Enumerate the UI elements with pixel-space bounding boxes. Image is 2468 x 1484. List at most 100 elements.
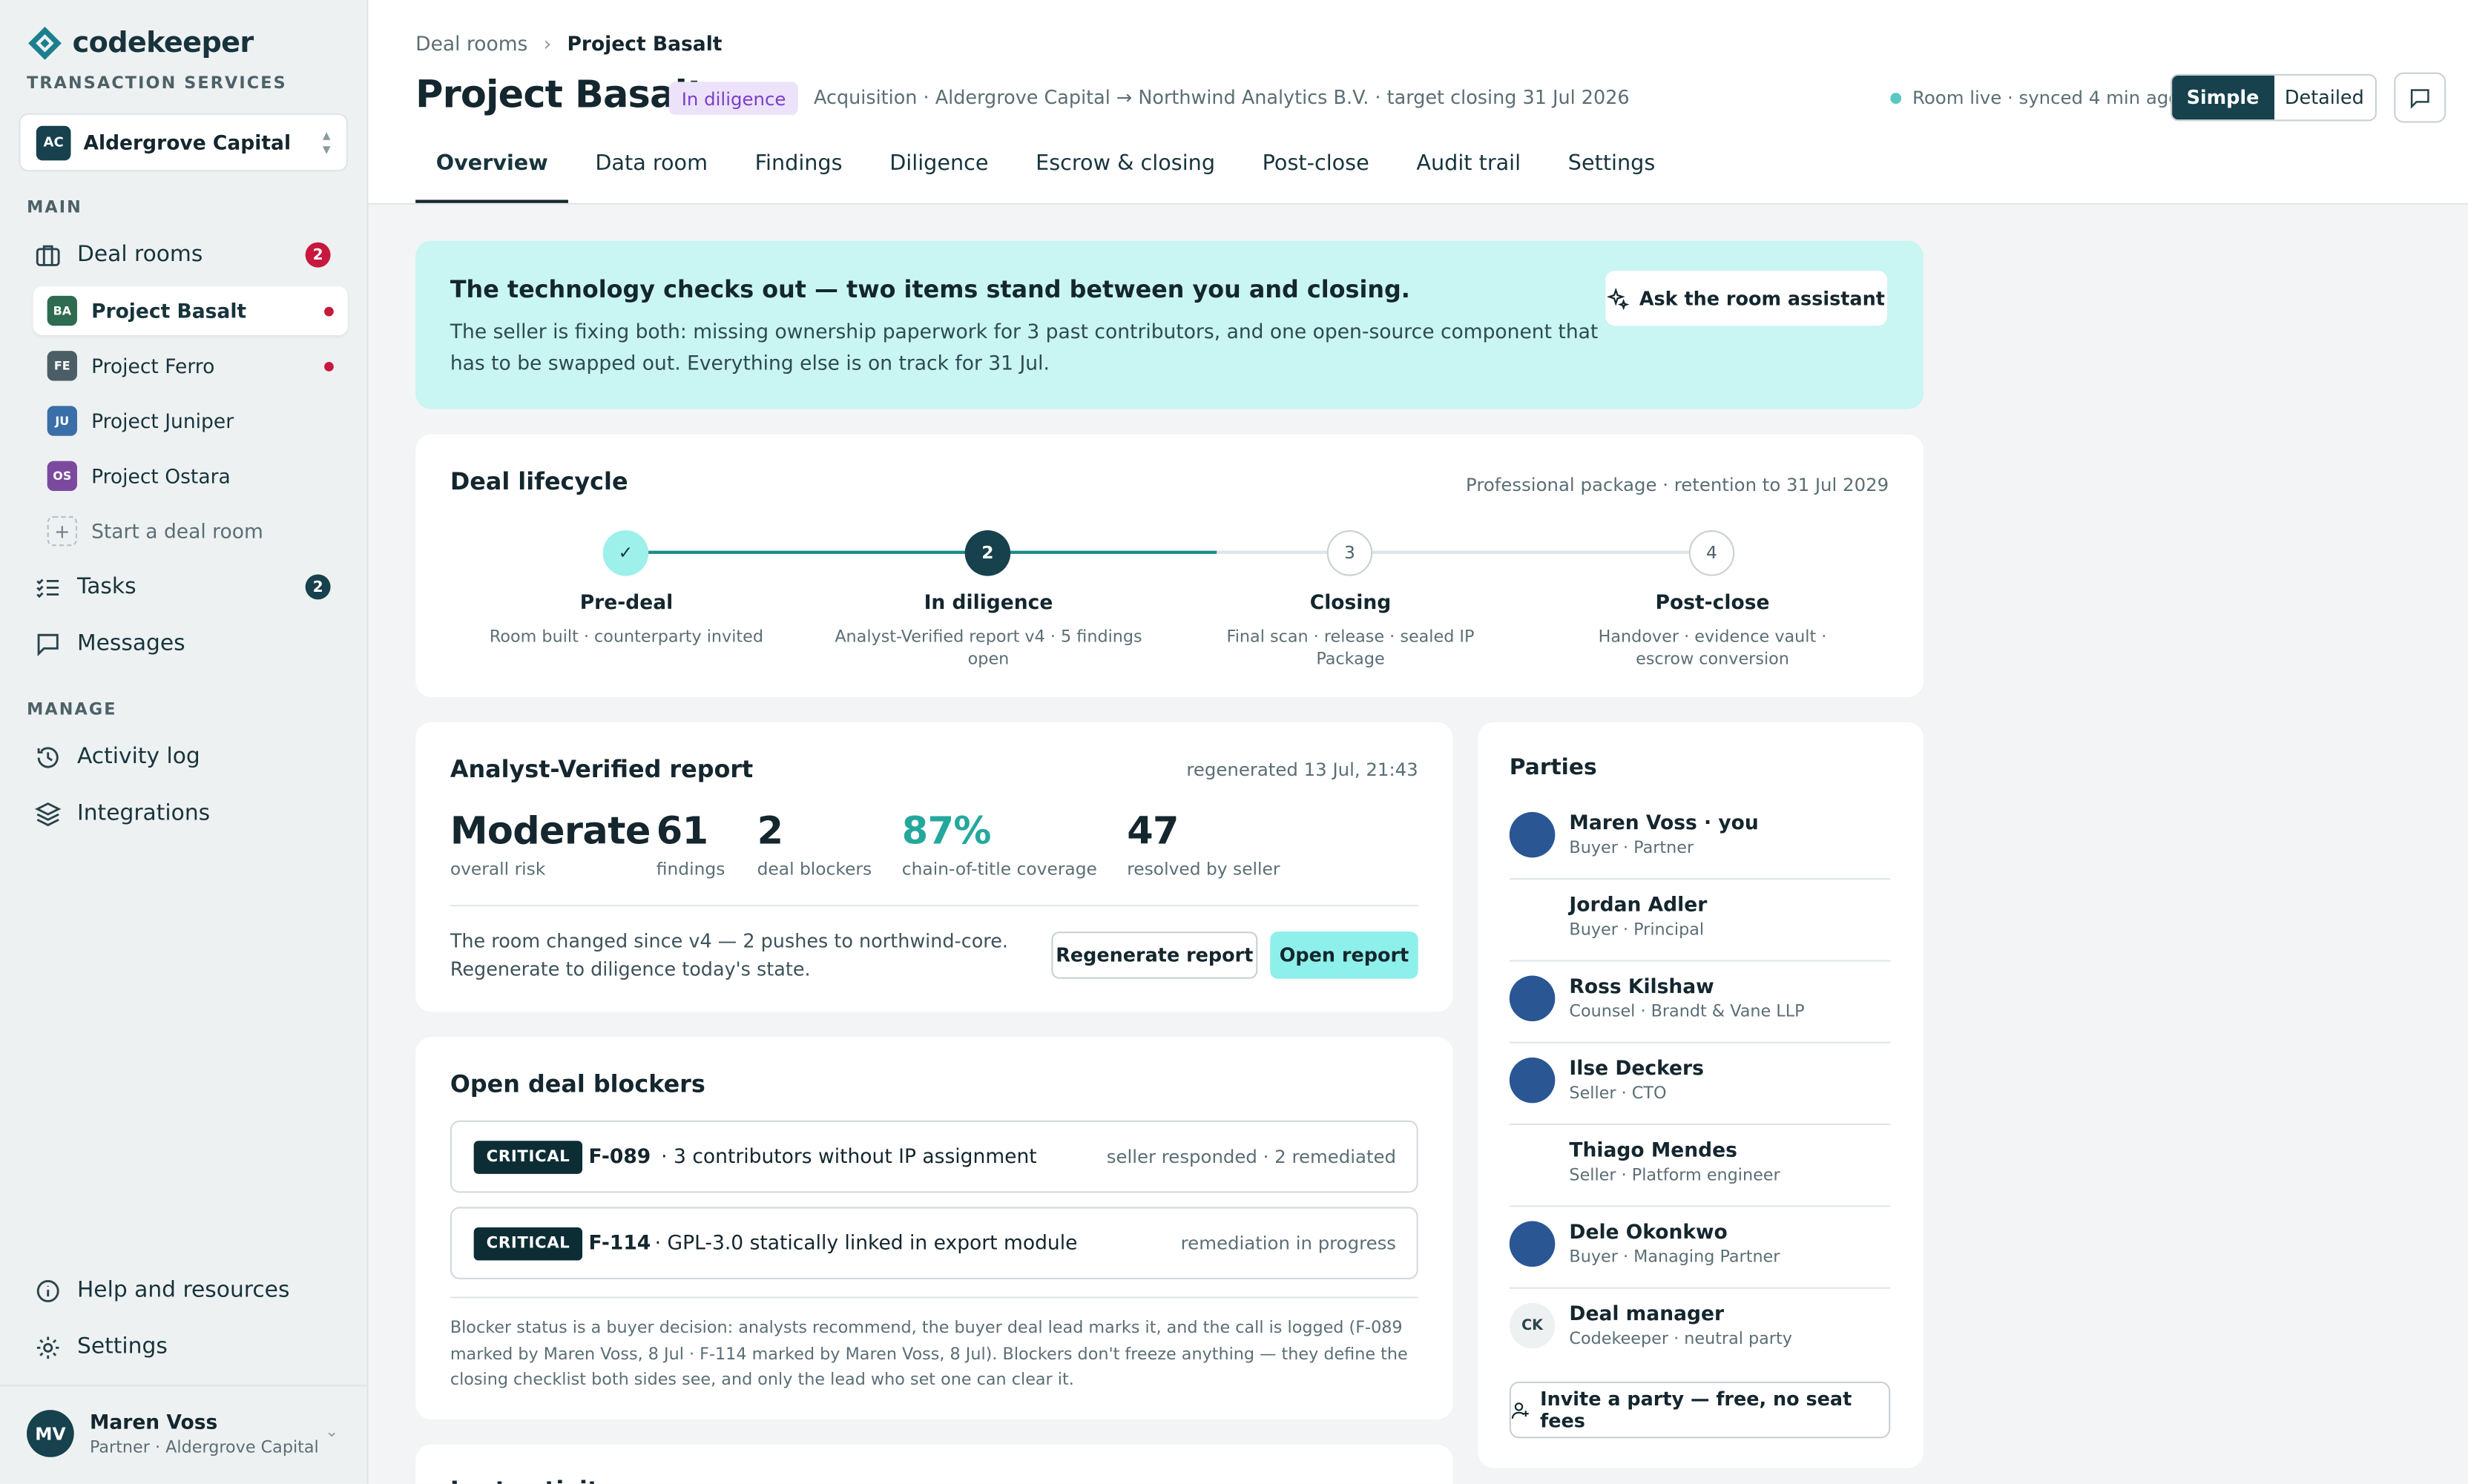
lifecycle-note: Professional package · retention to 31 J… — [1466, 473, 1889, 496]
history-icon — [37, 746, 59, 768]
sidebar-item-integrations[interactable]: Integrations — [19, 790, 349, 837]
lifecycle-step-marker: 2 — [964, 530, 1011, 576]
deal-rooms-badge: 2 — [305, 242, 331, 268]
tab-settings[interactable]: Settings — [1547, 151, 1676, 203]
party-role: Codekeeper · neutral party — [1569, 1329, 1792, 1349]
party-name: Thiago Mendes — [1569, 1138, 1737, 1161]
lifecycle-step-marker: 3 — [1326, 530, 1373, 576]
party-row[interactable]: Ross Kilshaw Counsel · Brandt & Vane LLP — [1509, 961, 1891, 1043]
org-avatar: AC — [36, 125, 71, 160]
invite-party-button[interactable]: Invite a party — free, no seat fees — [1509, 1381, 1891, 1439]
tab-escrow-closing[interactable]: Escrow & closing — [1016, 151, 1236, 203]
blockers-title: Open deal blockers — [450, 1069, 705, 1099]
party-name: Dele Okonkwo — [1569, 1219, 1728, 1244]
codekeeper-logo-icon — [28, 26, 62, 60]
sidebar-room-project-juniper[interactable]: JU Project Juniper — [33, 397, 348, 446]
breadcrumb-separator: › — [543, 31, 552, 56]
divider — [450, 905, 1418, 907]
party-row[interactable]: Maren Voss · you Buyer · Partner — [1509, 798, 1891, 880]
tab-diligence[interactable]: Diligence — [869, 151, 1009, 203]
party-row[interactable]: Ilse Deckers Seller · CTO — [1509, 1043, 1891, 1126]
org-switcher[interactable]: AC Aldergrove Capital ▴ ▾ — [19, 113, 348, 172]
regenerate-report-button[interactable]: Regenerate report — [1051, 931, 1258, 979]
sidebar-item-label: Activity log — [76, 744, 200, 770]
lifecycle-card: Deal lifecycle Professional package · re… — [415, 434, 1924, 697]
main-content: Deal rooms › Project Basalt Project Basa… — [368, 0, 2468, 1484]
sidebar-room-project-basalt[interactable]: BA Project Basalt — [33, 286, 348, 335]
tab-data-room[interactable]: Data room — [575, 151, 728, 203]
sidebar-item-tasks[interactable]: Tasks 2 — [19, 564, 349, 611]
divider — [450, 1296, 1418, 1299]
lifecycle-step-name: Pre-deal — [579, 590, 674, 614]
sparkle-icon — [1608, 287, 1630, 309]
view-detailed-button[interactable]: Detailed — [2274, 76, 2375, 119]
sidebar-item-messages[interactable]: Messages — [19, 620, 349, 667]
start-deal-room-button[interactable]: + Start a deal room — [33, 507, 348, 555]
tab-overview[interactable]: Overview — [415, 151, 569, 203]
report-change-message: The room changed since v4 — 2 pushes to … — [450, 929, 1008, 980]
lifecycle-title: Deal lifecycle — [450, 467, 628, 496]
stat-label: deal blockers — [757, 859, 872, 880]
org-name: Aldergrove Capital — [83, 131, 292, 154]
user-name: Maren Voss — [89, 1410, 218, 1434]
report-card: Analyst-Verified report regenerated 13 J… — [415, 722, 1453, 1012]
sidebar-item-help[interactable]: Help and resources — [19, 1267, 349, 1314]
tab-post-close[interactable]: Post-close — [1242, 151, 1389, 203]
sync-status: Room live · synced 4 min ago — [1890, 87, 2179, 108]
avatar — [1509, 811, 1556, 858]
brand-name: codekeeper — [72, 27, 254, 60]
party-row[interactable]: Dele Okonkwo Buyer · Managing Partner — [1509, 1207, 1891, 1289]
brand-logo[interactable]: codekeeper — [27, 25, 254, 62]
invite-party-label: Invite a party — free, no seat fees — [1540, 1388, 1852, 1432]
party-row[interactable]: CK Deal manager Codekeeper · neutral party — [1509, 1289, 1890, 1371]
breadcrumb-link-deal-rooms[interactable]: Deal rooms — [415, 31, 527, 55]
sidebar-room-project-ostara[interactable]: OS Project Ostara — [33, 452, 348, 501]
user-menu[interactable]: MV Maren Voss Partner · Aldergrove Capit… — [0, 1385, 367, 1484]
chat-button[interactable] — [2394, 72, 2446, 123]
room-avatar: BA — [47, 295, 77, 326]
chevron-down-icon: ⌄ — [325, 1424, 339, 1442]
parties-card: Parties Maren Voss · you Buyer · Partner J… — [1478, 722, 1924, 1468]
deal-meta: Acquisition · Aldergrove Capital → North… — [813, 86, 1630, 109]
lifecycle-step-desc: Final scan · release · sealed IP Package — [1226, 627, 1475, 669]
view-simple-button[interactable]: Simple — [2172, 75, 2274, 120]
party-name: Ross Kilshaw — [1569, 974, 1714, 998]
open-report-button[interactable]: Open report — [1270, 931, 1418, 979]
sidebar-item-settings[interactable]: Settings — [19, 1323, 349, 1371]
lifecycle-step-desc: Room built · counterparty invited — [489, 627, 764, 647]
party-name: Deal manager — [1569, 1301, 1725, 1325]
party-row[interactable]: Jordan Adler Buyer · Principal — [1509, 880, 1891, 962]
room-label: Project Juniper — [91, 409, 234, 433]
tab-audit-trail[interactable]: Audit trail — [1396, 151, 1541, 203]
blocker-id: F-114 — [588, 1230, 651, 1255]
gear-icon — [36, 1336, 59, 1359]
party-row[interactable]: Thiago Mendes Seller · Platform engineer — [1509, 1125, 1891, 1207]
page-header: Deal rooms › Project Basalt Project Basa… — [368, 0, 2468, 205]
blocker-row[interactable]: CRITICAL F-089 · 3 contributors without IP… — [450, 1120, 1418, 1193]
ask-assistant-button[interactable]: Ask the room assistant — [1605, 270, 1888, 326]
sidebar-item-label: Messages — [76, 630, 185, 656]
blockers-note: Blocker status is a buyer decision: anal… — [450, 1319, 1408, 1390]
blocker-status: remediation in progress — [1180, 1232, 1397, 1255]
tab-findings[interactable]: Findings — [734, 151, 863, 203]
room-label: Project Basalt — [91, 299, 247, 323]
sidebar-item-deal-rooms[interactable]: Deal rooms 2 — [19, 231, 349, 279]
message-icon — [37, 633, 59, 656]
avatar — [1509, 975, 1556, 1022]
sidebar-item-label: Tasks — [76, 574, 136, 600]
lifecycle-step-name: Post-close — [1655, 590, 1770, 614]
blocker-row[interactable]: CRITICAL F-114 · GPL-3.0 statically linked… — [450, 1207, 1418, 1280]
lifecycle-step-name: Closing — [1309, 590, 1392, 614]
room-avatar: OS — [47, 461, 77, 492]
user-role: Partner · Aldergrove Capital — [89, 1438, 319, 1457]
avatar: CK — [1509, 1302, 1556, 1349]
stat-value: 87% — [901, 808, 992, 854]
last-activity-title: Last activity — [450, 1476, 614, 1484]
blocker-status: seller responded · 2 remediated — [1106, 1145, 1397, 1168]
summary-headline: The technology checks out — two items st… — [450, 275, 1410, 304]
sidebar: codekeeper TRANSACTION SERVICES AC Alder… — [0, 0, 369, 1484]
summary-banner: The technology checks out — two items st… — [415, 240, 1924, 409]
stat-value: 61 — [656, 808, 708, 854]
sidebar-item-activity-log[interactable]: Activity log — [19, 733, 349, 781]
sidebar-room-project-ferro[interactable]: FE Project Ferro — [33, 341, 348, 390]
